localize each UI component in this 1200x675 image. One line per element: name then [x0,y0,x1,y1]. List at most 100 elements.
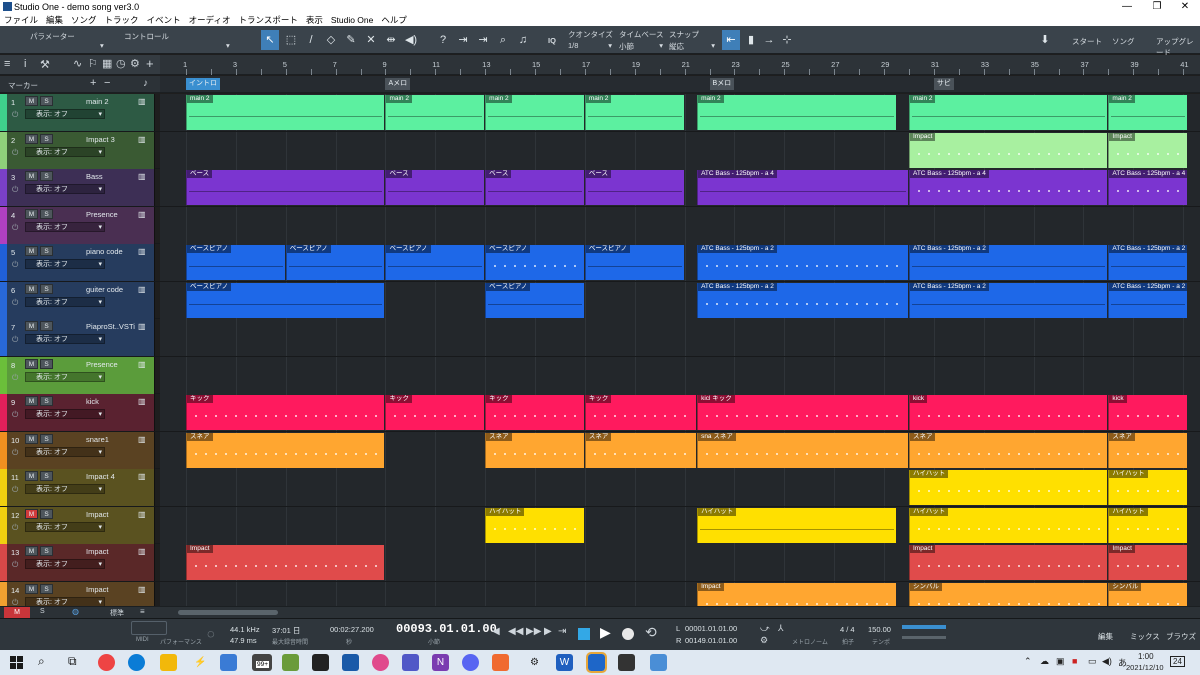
event-clip[interactable]: kicl キック [697,395,908,430]
track-lane[interactable]: ハイハット ハイハット ハイハット ハイハット [160,506,1200,544]
parameter-dropdown[interactable]: ▾ [100,41,104,50]
edit-button[interactable]: 編集 [1098,631,1113,642]
event-clip[interactable]: キック [584,395,697,430]
marker-lane[interactable]: イントロ Aメロ Bメロ サビ [160,76,1200,93]
track-mute-button[interactable]: M [25,396,38,406]
track-display-dropdown[interactable]: 表示: オフ [25,596,105,606]
track-display-dropdown[interactable]: 表示: オフ [25,259,105,270]
song-marker[interactable]: Bメロ [709,78,735,90]
event-clip[interactable]: ベースピアノ [485,245,584,280]
track-header[interactable]: 12 M S Impact ▥ ⏻ 表示: オフ [0,506,155,544]
track-header[interactable]: 1 M Smain 2 ▥ ⏻ 表示: オフ [0,94,155,131]
flag-icon[interactable]: ⚐ [88,57,98,70]
performance-icon[interactable]: ◌ [207,626,215,641]
event-clip[interactable]: kick [1108,395,1187,430]
add-track-icon[interactable]: + [146,56,154,71]
track-name[interactable]: Presence [86,210,142,219]
track-lane[interactable]: ハイハット ハイハット [160,469,1200,506]
timeline-ruler[interactable]: 1 3 5 7 9 11 13 15 17 19 21 23 25 27 29 31 33 35 37 39 41 [160,55,1200,75]
track-header[interactable]: 11 M S Impact 4 ▥ ⏻ 表示: オフ [0,469,155,506]
help-icon[interactable]: ? [434,30,452,50]
track-header[interactable]: 10 M Ssnare1 ▥ ⏻ 表示: オフ [0,431,155,469]
track-solo-button[interactable]: S [40,283,53,294]
clock-date[interactable]: 2021/12/10 [1126,663,1164,672]
record-button[interactable] [622,628,634,640]
grid-icon[interactable]: ▦ [102,57,112,70]
mix-button[interactable]: ミックス [1130,631,1160,642]
track-display-dropdown[interactable]: 表示: オフ [25,221,105,233]
instrument-icon[interactable]: ▥ [138,172,146,181]
event-clip[interactable]: Impact [697,582,896,606]
tempo-value[interactable]: 150.00 [868,625,891,634]
track-display-dropdown[interactable]: 表示: オフ [25,521,105,533]
track-mute-button[interactable]: M [25,471,38,481]
track-lane[interactable] [160,356,1200,394]
loop-button[interactable]: ⟲ [645,624,657,641]
event-clip[interactable]: ベースピアノ [285,245,385,280]
track-mute-button[interactable]: M [25,246,38,256]
track-solo-button[interactable]: S [40,208,53,219]
track-name[interactable]: PiaproSt..VSTi [86,322,142,331]
track-lane[interactable]: ベースピアノ ベースピアノ ATC Bass - 125bpm - a 2 ATC B… [160,281,1200,319]
track-solo-button[interactable]: S [40,471,53,481]
menu-view[interactable]: 表示 [306,14,323,26]
monitor-icon[interactable]: ⏻ [12,148,18,158]
event-clip[interactable]: sna スネア [697,432,908,468]
instrument-icon[interactable]: ▥ [138,397,146,406]
monitor-icon[interactable]: ⏻ [12,598,18,607]
monitor-icon[interactable]: ⏻ [12,523,18,533]
track-name[interactable]: Impact [86,547,142,556]
range-tool-icon[interactable]: ⬚ [282,30,300,50]
split-tool-icon[interactable]: / [302,30,320,50]
track-name[interactable]: kick [86,397,142,406]
screen-icon[interactable] [342,654,359,671]
tray-chevron-icon[interactable]: ⌃ [1024,656,1032,667]
search-icon[interactable]: ⌕ [38,654,45,669]
tray-cloud-icon[interactable]: ☁ [1040,656,1049,667]
instrument-icon[interactable]: ▥ [138,510,146,519]
clock-time[interactable]: 1:00 [1138,652,1154,661]
listen-tool-icon[interactable]: ◀) [402,30,420,50]
footer-solo-button[interactable]: S [40,608,45,615]
track-mute-button[interactable]: M [25,546,38,556]
track-name[interactable]: Bass [86,172,142,181]
paint-tool-icon[interactable]: ✎ [342,30,360,50]
track-lane[interactable]: Impact シンバル シンバル [160,581,1200,606]
download-icon[interactable]: ⬇ [1036,30,1054,50]
tray-red-icon[interactable]: ■ [1072,656,1077,666]
cube-app-icon[interactable] [650,654,667,671]
event-clip[interactable]: ATC Bass - 125bpm - a 2 [1108,245,1187,280]
track-mute-button[interactable]: M [25,321,38,331]
song-marker[interactable]: サビ [933,78,954,90]
song-button[interactable]: ソング [1112,36,1135,47]
track-lane[interactable]: ベースピアノ ベースピアノ ベースピアノ ベースピアノ ベースピアノ ATC Bass -… [160,244,1200,281]
instrument-icon[interactable]: ▥ [138,472,146,481]
chrome-icon[interactable] [98,654,115,671]
position-display[interactable]: 00093.01.01.00 [396,622,497,636]
footer-monitor-icon[interactable]: ◍ [72,607,79,616]
event-clip[interactable]: ハイハット [908,470,1108,505]
track-header[interactable]: 14 M S Impact ▥ ⏻ 表示: オフ [0,581,155,607]
event-clip[interactable]: スネア [1108,432,1187,468]
instrument-icon[interactable]: ▥ [138,435,146,444]
track-lane[interactable] [160,319,1200,356]
event-clip[interactable]: kick [908,395,1108,430]
event-clip[interactable]: スネア [186,432,385,468]
event-clip[interactable]: ベース [584,170,684,205]
track-name[interactable]: Impact [86,585,142,594]
snap-toggle-icon[interactable]: ⇤ [722,30,740,50]
track-display-dropdown[interactable]: 表示: オフ [25,109,105,120]
song-marker[interactable]: Aメロ [385,78,411,90]
event-clip[interactable]: キック [385,395,485,430]
event-clip[interactable]: スネア [485,432,584,468]
rewind-icon[interactable]: ◀◀ [508,626,523,637]
onenote-icon[interactable]: N [432,654,449,671]
track-name[interactable]: Presence [86,360,142,369]
notification-count[interactable]: 24 [1170,656,1185,667]
bend-tool-icon[interactable]: ⇹ [382,30,400,50]
track-mute-button[interactable]: M [25,96,38,106]
autoscroll-icon[interactable]: ⇥ [454,30,472,50]
monitor-icon[interactable]: ⏻ [12,223,18,233]
monitor-icon[interactable]: ⏻ [12,110,18,120]
track-name[interactable]: Impact [86,510,142,519]
